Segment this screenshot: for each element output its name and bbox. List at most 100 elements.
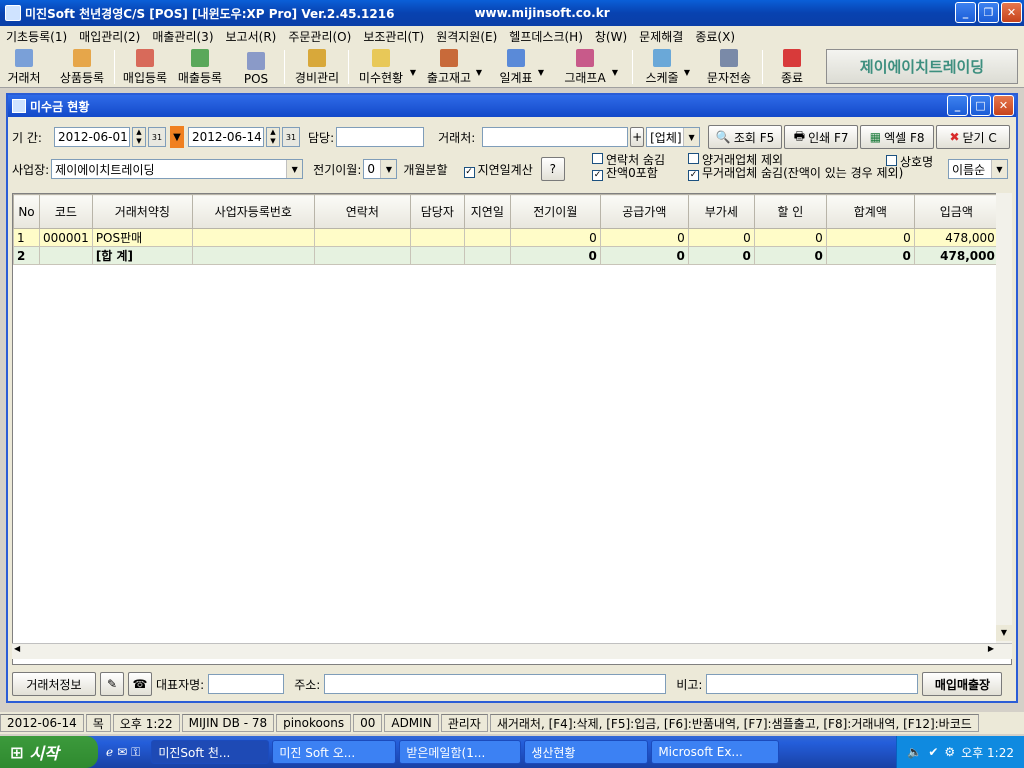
col-carryover[interactable]: 전기이월 xyxy=(509,194,601,229)
col-deposit[interactable]: 입금액 xyxy=(913,194,999,229)
menu-purchase[interactable]: 매입관리(2) xyxy=(73,28,146,45)
toolbar-expense-button[interactable]: 경비관리 xyxy=(290,48,344,86)
col-biz-number[interactable]: 사업자등록번호 xyxy=(191,194,315,229)
menu-window[interactable]: 창(W) xyxy=(589,28,633,45)
date-from-input[interactable]: 2012-06-01 xyxy=(54,127,130,147)
col-code[interactable]: 코드 xyxy=(39,194,93,229)
task-mijinsoft[interactable]: 미진Soft 천... xyxy=(151,740,270,764)
col-discount[interactable]: 할 인 xyxy=(753,194,827,229)
security-icon[interactable]: ✔ xyxy=(928,745,938,759)
help-button[interactable]: ? xyxy=(540,157,565,181)
menu-basic[interactable]: 기초등록(1) xyxy=(0,28,73,45)
task-production[interactable]: 생산현황 xyxy=(524,740,649,764)
hide-contact-checkbox[interactable]: 연락처 숨김 xyxy=(592,153,665,167)
child-close-button[interactable]: ✕ xyxy=(993,95,1014,116)
toolbar-schedule-button[interactable]: 스케줄 ▼ xyxy=(642,48,690,86)
toolbar-sms-button[interactable]: 문자전송 xyxy=(704,48,754,86)
col-supply[interactable]: 공급가액 xyxy=(599,194,689,229)
address-input[interactable] xyxy=(324,674,667,694)
col-manager[interactable]: 담당자 xyxy=(409,194,465,229)
toolbar-chart-button[interactable]: 그래프A ▼ xyxy=(560,48,618,86)
menu-report[interactable]: 보고서(R) xyxy=(220,28,283,45)
child-minimize-button[interactable]: _ xyxy=(947,95,968,116)
outlook-icon[interactable]: ✉ xyxy=(117,745,127,760)
sales-ledger-button[interactable]: 매입매출장 xyxy=(922,672,1003,696)
minimize-button[interactable]: _ xyxy=(955,2,976,23)
col-no[interactable]: No xyxy=(13,194,40,229)
date-from-calendar-icon[interactable]: 31 xyxy=(148,127,166,147)
volume-icon[interactable]: 🔈 xyxy=(907,745,922,759)
restore-button[interactable]: ❐ xyxy=(978,2,999,23)
child-maximize-button[interactable]: □ xyxy=(970,95,991,116)
manager-input[interactable] xyxy=(336,127,425,147)
toolbar-exit-button[interactable]: 종료 xyxy=(774,48,810,86)
date-to-input[interactable]: 2012-06-14 xyxy=(188,127,264,147)
carry-label: 전기이월: xyxy=(313,162,362,177)
delay-calc-checkbox[interactable]: ✓ 지연일계산 xyxy=(463,161,533,178)
child-app-icon xyxy=(12,99,26,113)
sms-icon xyxy=(720,49,738,67)
grid-horizontal-scrollbar[interactable]: ◀ ▶ xyxy=(12,643,1012,659)
ie-icon[interactable]: ℯ xyxy=(106,745,113,760)
close-button[interactable]: ✖ 닫기 C xyxy=(936,125,1011,149)
toolbar-pos-button[interactable]: POS xyxy=(238,48,274,86)
task-excel[interactable]: Microsoft Ex... xyxy=(651,740,780,764)
menu-exit[interactable]: 종료(X) xyxy=(689,28,741,45)
toolbar-stock-button[interactable]: 출고재고 ▼ xyxy=(424,48,482,86)
window-titlebar: 미진Soft 천년경영C/S [POS] [내윈도우:XP Pro] Ver.2… xyxy=(0,0,1024,26)
hide-no-trade-checkbox[interactable]: ✓ 무거래업체 숨김(잔액이 있는 경우 제외) xyxy=(688,167,903,181)
carry-select[interactable]: 0 ▼ xyxy=(363,159,398,179)
toolbar-product-button[interactable]: 상품등록 xyxy=(54,48,110,86)
sort-select[interactable]: 이름순 ▼ xyxy=(948,159,1008,179)
excel-button[interactable]: ▦ 엑셀 F8 xyxy=(860,125,935,149)
col-vat[interactable]: 부가세 xyxy=(687,194,755,229)
task-mijin-ie[interactable]: 미진 Soft 오... xyxy=(272,740,397,764)
toolbar-daily-button[interactable]: 일계표 ▼ xyxy=(496,48,544,86)
date-to-spinner[interactable]: ▲ ▼ xyxy=(266,127,280,147)
search-button[interactable]: 🔍 조회 F5 xyxy=(708,125,783,149)
rep-input[interactable] xyxy=(208,674,285,694)
biz-select[interactable]: 제이에이치트레이딩 ▼ xyxy=(51,159,304,179)
windows-logo-icon: ⊞ xyxy=(10,742,24,762)
zero-balance-checkbox[interactable]: ✓ 잔액0포함 xyxy=(592,167,665,181)
task-inbox[interactable]: 받은메일함(1... xyxy=(399,740,522,764)
menu-helpdesk[interactable]: 헬프데스크(H) xyxy=(503,28,589,45)
toolbar-client-button[interactable]: 거래처 xyxy=(4,48,44,86)
menu-troubleshoot[interactable]: 문제해결 xyxy=(633,28,689,45)
taskbar: ⊞ 시작 ℯ ✉ ⚿ 미진Soft 천... 미진 Soft 오... 받은메일함… xyxy=(0,736,1024,768)
date-from-spinner[interactable]: ▲ ▼ xyxy=(132,127,146,147)
client-input[interactable] xyxy=(482,127,629,147)
key-icon[interactable]: ⚿ xyxy=(131,745,140,760)
date-to-calendar-icon[interactable]: 31 xyxy=(282,127,300,147)
col-contact[interactable]: 연락처 xyxy=(313,194,411,229)
print-button[interactable]: 🖶 인쇄 F7 xyxy=(784,125,859,149)
start-button[interactable]: ⊞ 시작 xyxy=(0,736,98,768)
exclude-both-checkbox[interactable]: 양거래업체 제외 xyxy=(688,153,903,167)
toolbar-receivable-button[interactable]: 미수현황 ▼ xyxy=(354,48,416,86)
date-range-arrow-icon[interactable]: ▼ xyxy=(170,126,184,148)
network-icon[interactable]: ⚙ xyxy=(944,745,955,759)
menu-order[interactable]: 주문관리(O) xyxy=(282,28,357,45)
close-window-button[interactable]: ✕ xyxy=(1001,2,1022,23)
edit-icon[interactable]: ✎ xyxy=(100,672,124,696)
phone-icon[interactable]: ☎ xyxy=(128,672,152,696)
company-name-checkbox[interactable]: 상호명 xyxy=(886,153,933,170)
menu-remote[interactable]: 원격지원(E) xyxy=(430,28,503,45)
col-total[interactable]: 합계액 xyxy=(825,194,915,229)
client-type-select[interactable]: [업체] ▼ xyxy=(646,127,701,147)
memo-input[interactable] xyxy=(706,674,919,694)
table-row[interactable]: 1 000001 POS판매 0 0 0 0 0 478,000 xyxy=(13,228,999,247)
manager-label: 담당: xyxy=(308,130,335,145)
toolbar-sales-button[interactable]: 매출등록 xyxy=(173,48,227,86)
receivable-grid[interactable]: No 코드 거래처약칭 사업자등록번호 연락처 담당자 지연일 전기이월 공급가… xyxy=(12,193,1012,665)
col-client-short[interactable]: 거래처약칭 xyxy=(91,194,193,229)
tray-clock: 오후 1:22 xyxy=(961,745,1014,760)
client-add-button[interactable]: + xyxy=(630,127,645,147)
menu-sales[interactable]: 매출관리(3) xyxy=(146,28,219,45)
table-row-total[interactable]: 2 [합 계] 0 0 0 0 0 478,000 xyxy=(13,246,999,265)
toolbar-purchase-button[interactable]: 매입등록 xyxy=(118,48,172,86)
col-delay[interactable]: 지연일 xyxy=(463,194,511,229)
client-info-button[interactable]: 거래처정보 xyxy=(12,672,96,696)
grid-vertical-scrollbar[interactable]: ▼ xyxy=(996,193,1012,643)
menu-aux[interactable]: 보조관리(T) xyxy=(357,28,430,45)
